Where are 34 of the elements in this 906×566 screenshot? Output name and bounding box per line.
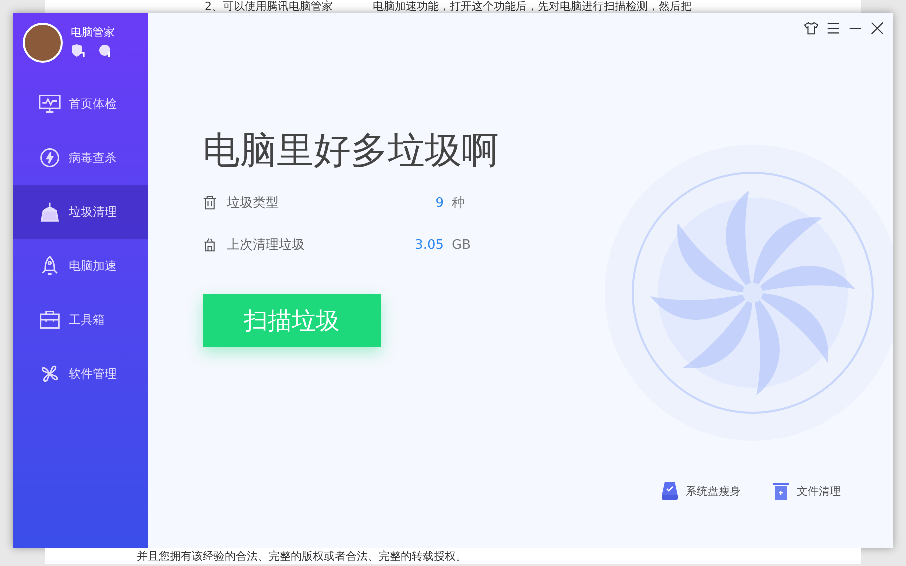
stat-value: 9 <box>436 196 444 210</box>
trash-icon <box>203 196 217 210</box>
close-icon[interactable] <box>870 21 885 36</box>
trash-icon[interactable] <box>771 481 791 501</box>
nav-item[interactable]: 病毒查杀 <box>13 131 148 185</box>
avatar-placeholder[interactable] <box>23 23 63 63</box>
nav-item[interactable]: 垃圾清理 <box>13 185 148 239</box>
stat-unit: 种 <box>452 195 466 212</box>
shield-icon[interactable] <box>71 44 85 58</box>
article-text: 并且您拥有该经验的合法、完整的版权或者合法、完整的转载授权。 <box>137 550 467 562</box>
article-text: 电脑加速功能，打开这个功能后，先对电脑进行扫描检测，然后把 <box>373 0 692 13</box>
nav-item[interactable]: 电脑加速 <box>13 239 148 293</box>
stat-label: 上次清理垃圾 <box>227 237 306 254</box>
nav-item[interactable]: 首页体检 <box>13 77 148 131</box>
headline: 电脑里好多垃圾啊 <box>203 128 500 174</box>
menu-icon[interactable] <box>826 21 841 36</box>
nav-item[interactable]: 软件管理 <box>13 347 148 401</box>
nav-item[interactable]: 工具箱 <box>13 293 148 347</box>
badge-icon[interactable] <box>99 44 113 58</box>
app-name: 电脑管家 <box>71 25 115 40</box>
clover-icon <box>39 363 61 385</box>
broom-icon <box>39 201 61 223</box>
stat-unit: GB <box>452 238 468 252</box>
shortcut-link[interactable]: 系统盘瘦身 <box>686 484 741 498</box>
lightning-icon <box>39 147 61 169</box>
shortcut-link[interactable]: 文件清理 <box>797 484 841 498</box>
stat-value: 3.05 <box>415 238 444 252</box>
stat-label: 垃圾类型 <box>227 195 280 212</box>
article-text: 2、可以使用腾讯电脑管家 <box>205 0 333 13</box>
drive-icon[interactable] <box>660 481 680 501</box>
toolbox-icon <box>39 309 61 331</box>
shirt-icon[interactable] <box>804 21 819 36</box>
monitor-icon <box>39 93 61 115</box>
rocket-icon <box>39 255 61 277</box>
